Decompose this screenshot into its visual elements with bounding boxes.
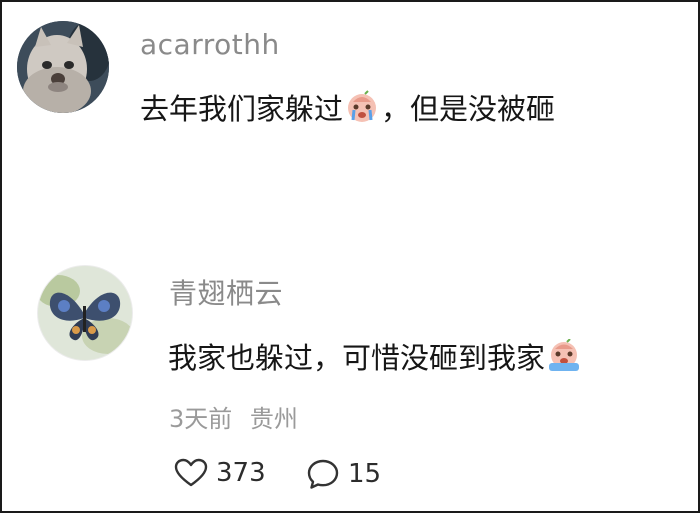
comment-panel: acarrothh 去年我们家躲过 ，但是没被砸 青翅栖云 我家也躲过，可惜没砸…	[0, 0, 700, 513]
speech-bubble-icon	[307, 459, 339, 489]
reply-button[interactable]: 15	[306, 458, 381, 490]
username[interactable]: 青翅栖云	[169, 272, 283, 312]
comment-text-part: 我家也躲过，可惜没砸到我家	[168, 341, 546, 375]
comment-time: 3天前	[169, 405, 233, 433]
crying-face-emoji-icon	[549, 339, 580, 371]
comment-text: 去年我们家躲过 ，但是没被砸	[140, 86, 555, 128]
crying-face-emoji-icon	[348, 90, 377, 122]
reply-count: 15	[348, 459, 382, 489]
comment-text: 我家也躲过，可惜没砸到我家	[168, 335, 583, 377]
comment-location: 贵州	[249, 405, 298, 433]
like-count: 373	[216, 458, 266, 488]
username[interactable]: acarrothh	[140, 28, 280, 61]
avatar[interactable]	[37, 265, 133, 361]
avatar[interactable]	[17, 21, 109, 113]
heart-icon	[174, 458, 208, 487]
like-button[interactable]: 373	[174, 458, 266, 488]
comment-meta: 3天前 贵州	[169, 399, 298, 434]
comment-text-part: ，但是没被砸	[381, 92, 556, 126]
comment-text-part: 去年我们家躲过	[140, 92, 344, 126]
